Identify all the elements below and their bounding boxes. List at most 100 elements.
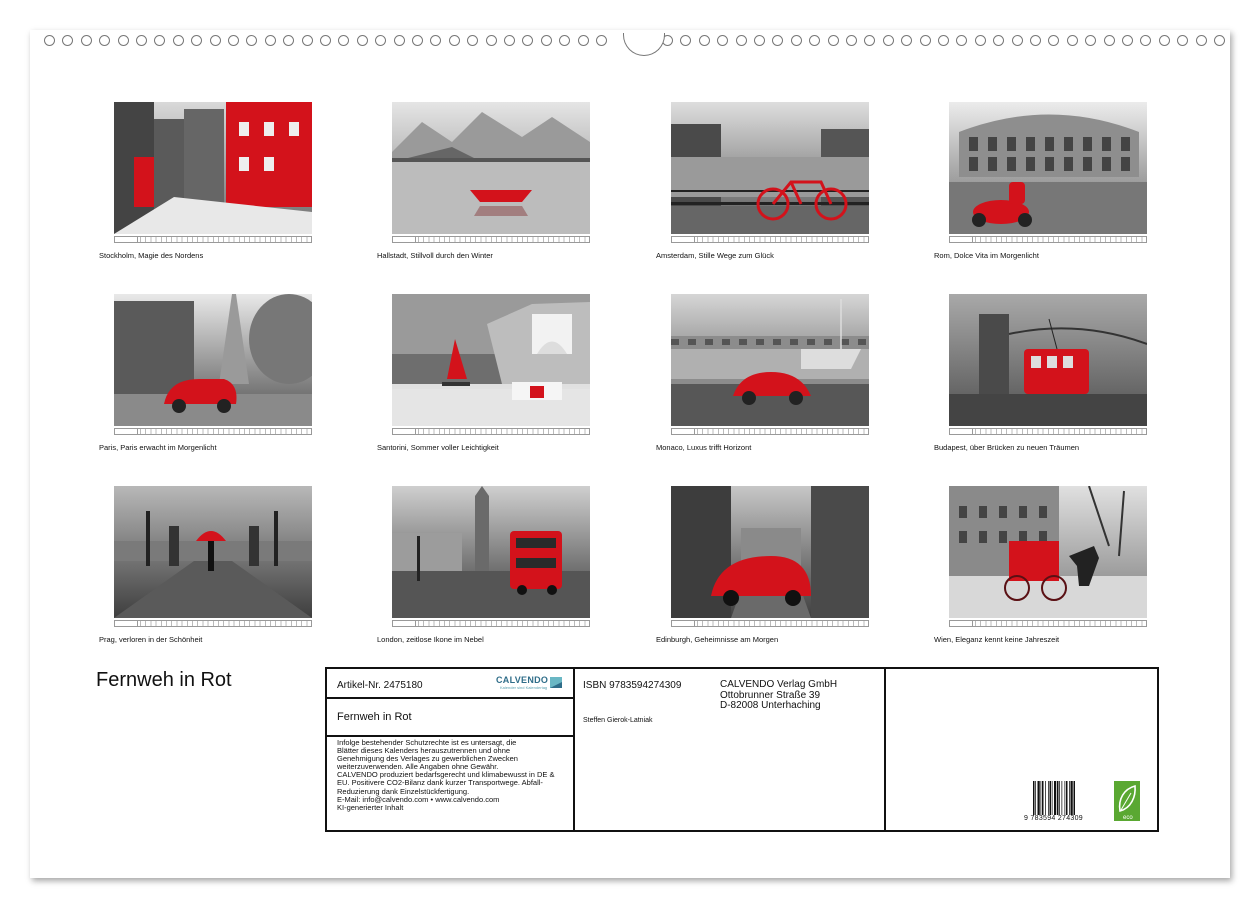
month-caption: Wien, Eleganz kennt keine Jahreszeit bbox=[934, 635, 1060, 644]
binding-ring bbox=[393, 35, 405, 46]
binding-ring bbox=[228, 35, 239, 46]
binding-ring bbox=[1066, 35, 1078, 46]
barcode-number: 9 783594 274309 bbox=[1024, 815, 1083, 822]
binding-ring bbox=[772, 35, 784, 46]
calvendo-logo: CALVENDO Kalender sind Kalendertag bbox=[496, 674, 564, 694]
binding-ring bbox=[790, 35, 802, 46]
prague-photo-illustration bbox=[114, 486, 312, 618]
binding-ring bbox=[504, 35, 515, 46]
article-row: Artikel-Nr. 2475180 CALVENDO Kalender si… bbox=[327, 669, 573, 699]
binding-ring bbox=[154, 35, 166, 46]
binding-ring bbox=[264, 35, 276, 46]
binding-ring bbox=[735, 35, 747, 46]
day-strip bbox=[949, 236, 1147, 243]
info-column-article: Artikel-Nr. 2475180 CALVENDO Kalender si… bbox=[327, 669, 575, 830]
month-photo bbox=[671, 294, 869, 426]
binding-ring bbox=[246, 35, 258, 46]
binding-ring bbox=[1048, 35, 1060, 46]
calendar-title: Fernweh in Rot bbox=[96, 669, 232, 691]
binding-ring bbox=[1030, 35, 1041, 46]
binding-ring bbox=[1140, 35, 1152, 46]
vienna-photo-illustration bbox=[949, 486, 1147, 618]
month-photo bbox=[671, 102, 869, 234]
day-strip bbox=[671, 236, 869, 243]
amsterdam-photo-illustration bbox=[671, 102, 869, 234]
binding-ring bbox=[901, 35, 913, 46]
spiral-binding bbox=[44, 33, 1225, 56]
info-column-publisher: ISBN 9783594274309 Steffen Gierok-Latnia… bbox=[573, 669, 886, 830]
binding-ring bbox=[467, 35, 479, 46]
binding-ring bbox=[117, 35, 129, 46]
binding-ring bbox=[974, 35, 986, 46]
info-box: Artikel-Nr. 2475180 CALVENDO Kalender si… bbox=[325, 667, 1159, 832]
day-strip bbox=[392, 620, 590, 627]
binding-ring bbox=[882, 35, 894, 46]
binding-ring bbox=[320, 35, 331, 46]
article-number: Artikel-Nr. 2475180 bbox=[337, 680, 423, 691]
budapest-photo-illustration bbox=[949, 294, 1147, 426]
london-photo-illustration bbox=[392, 486, 590, 618]
binding-ring bbox=[172, 35, 184, 46]
month-caption: Edinburgh, Geheimnisse am Morgen bbox=[656, 635, 779, 644]
binding-ring bbox=[596, 35, 607, 46]
binding-ring bbox=[209, 35, 221, 46]
author: Steffen Gierok-Latniak bbox=[583, 717, 653, 724]
info-column-barcode: 9 783594 274309 eco bbox=[884, 669, 1157, 830]
binding-ring bbox=[485, 35, 497, 46]
binding-ring bbox=[338, 35, 350, 46]
publisher-line: CALVENDO Verlag GmbH bbox=[720, 679, 838, 690]
binding-ring bbox=[1158, 35, 1170, 46]
rome-photo-illustration bbox=[949, 102, 1147, 234]
month-caption: Rom, Dolce Vita im Morgenlicht bbox=[934, 251, 1039, 260]
edinburgh-photo-illustration bbox=[671, 486, 869, 618]
binding-ring bbox=[1214, 35, 1225, 46]
hanger-hook bbox=[623, 33, 665, 56]
binding-ring bbox=[62, 35, 74, 46]
publisher-address: CALVENDO Verlag GmbH Ottobrunner Straße 3… bbox=[720, 679, 838, 712]
month-photo bbox=[949, 102, 1147, 234]
day-strip bbox=[114, 236, 312, 243]
month-photo bbox=[114, 486, 312, 618]
info-title: Fernweh in Rot bbox=[337, 711, 412, 723]
day-strip bbox=[392, 236, 590, 243]
month-photo bbox=[114, 294, 312, 426]
day-strip bbox=[114, 620, 312, 627]
monaco-photo-illustration bbox=[671, 294, 869, 426]
month-caption: Prag, verloren in der Schönheit bbox=[99, 635, 203, 644]
binding-ring bbox=[375, 35, 387, 46]
publisher-line: D-82008 Unterhaching bbox=[720, 700, 821, 711]
month-caption: London, zeitlose Ikone im Nebel bbox=[377, 635, 484, 644]
binding-ring bbox=[698, 35, 710, 46]
binding-ring bbox=[412, 35, 423, 46]
month-caption: Stockholm, Magie des Nordens bbox=[99, 251, 204, 260]
month-photo bbox=[392, 486, 590, 618]
binding-ring bbox=[938, 35, 949, 46]
binding-ring bbox=[717, 35, 729, 46]
svg-text:eco: eco bbox=[1123, 815, 1133, 821]
binding-ring bbox=[577, 35, 589, 46]
month-photo bbox=[949, 486, 1147, 618]
calendar-page: Stockholm, Magie des Nordens Hallstadt, … bbox=[30, 30, 1230, 878]
month-photo bbox=[392, 102, 590, 234]
legal-line: KI-generierter Inhalt bbox=[337, 802, 404, 812]
binding-ring bbox=[846, 35, 857, 46]
santorini-photo-illustration bbox=[392, 294, 590, 426]
binding-ring bbox=[356, 35, 368, 46]
binding-ring bbox=[522, 35, 534, 46]
day-strip bbox=[671, 428, 869, 435]
eco-leaf-icon: eco bbox=[1114, 781, 1140, 821]
day-strip bbox=[949, 620, 1147, 627]
binding-ring bbox=[44, 35, 55, 46]
month-caption: Monaco, Luxus trifft Horizont bbox=[656, 443, 752, 452]
month-caption: Santorini, Sommer voller Leichtigkeit bbox=[377, 443, 499, 452]
binding-ring bbox=[191, 35, 203, 46]
binding-ring bbox=[754, 35, 765, 46]
binding-ring bbox=[1122, 35, 1133, 46]
binding-ring bbox=[1195, 35, 1207, 46]
day-strip bbox=[392, 428, 590, 435]
month-photo bbox=[114, 102, 312, 234]
month-caption: Paris, Paris erwacht im Morgenlicht bbox=[99, 443, 217, 452]
binding-ring bbox=[956, 35, 968, 46]
binding-ring bbox=[1103, 35, 1115, 46]
stockholm-photo-illustration bbox=[114, 102, 312, 234]
